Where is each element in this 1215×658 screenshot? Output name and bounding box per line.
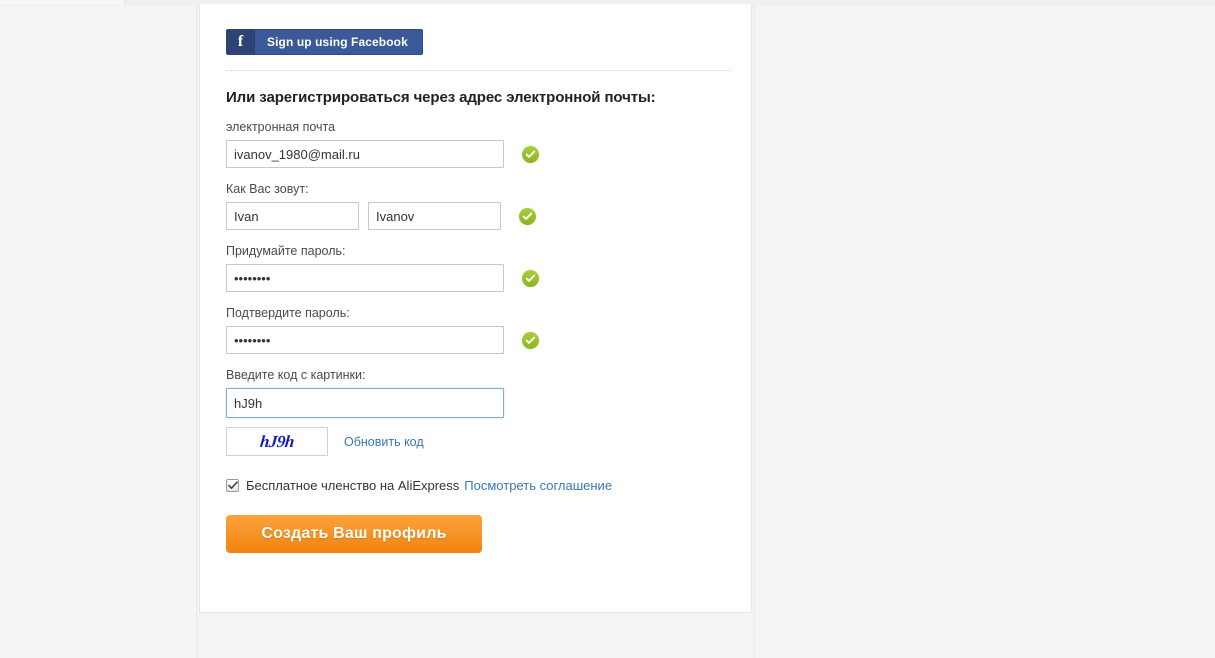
captcha-inputs-line (226, 388, 723, 418)
facebook-f-icon: f (227, 30, 255, 54)
email-label: электронная почта (226, 120, 723, 134)
section-divider (226, 70, 732, 72)
check-circle-icon (522, 146, 539, 163)
name-label: Как Вас зовут: (226, 182, 723, 196)
email-inputs-line (226, 140, 723, 168)
create-profile-button[interactable]: Создать Ваш профиль (226, 515, 482, 553)
agreement-row: Бесплатное членство на AliExpress Посмот… (226, 478, 723, 493)
agreement-label: Бесплатное членство на AliExpress (246, 478, 459, 493)
password-confirm-label: Подтвердите пароль: (226, 306, 723, 320)
password-input[interactable] (226, 264, 504, 292)
facebook-signup-label: Sign up using Facebook (255, 30, 422, 54)
captcha-image: hJ9h (226, 427, 328, 456)
password-confirm-input[interactable] (226, 326, 504, 354)
agreement-checkbox[interactable] (226, 479, 239, 492)
password-confirm-row: Подтвердите пароль: (226, 306, 723, 354)
first-name-input[interactable] (226, 202, 359, 230)
password-confirm-inputs-line (226, 326, 723, 354)
captcha-image-text: hJ9h (259, 432, 295, 452)
registration-form: f Sign up using Facebook Или зарегистрир… (200, 4, 751, 553)
email-row: электронная почта (226, 120, 723, 168)
password-label: Придумайте пароль: (226, 244, 723, 258)
captcha-row: Введите код с картинки: hJ9h Обновить ко… (226, 368, 723, 456)
page-background-right (754, 6, 1215, 658)
captcha-label: Введите код с картинки: (226, 368, 723, 382)
check-circle-icon (522, 332, 539, 349)
check-circle-icon (522, 270, 539, 287)
email-input[interactable] (226, 140, 504, 168)
page-title: Или зарегистрироваться через адрес элект… (226, 89, 723, 106)
name-inputs-line (226, 202, 723, 230)
view-agreement-link[interactable]: Посмотреть соглашение (464, 478, 612, 493)
page-top-band-left (0, 0, 125, 5)
captcha-input[interactable] (226, 388, 504, 418)
check-circle-icon (519, 208, 536, 225)
facebook-signup-button[interactable]: f Sign up using Facebook (226, 29, 423, 55)
refresh-captcha-link[interactable]: Обновить код (344, 435, 424, 449)
password-row: Придумайте пароль: (226, 244, 723, 292)
last-name-input[interactable] (368, 202, 501, 230)
name-row: Как Вас зовут: (226, 182, 723, 230)
password-inputs-line (226, 264, 723, 292)
registration-card: f Sign up using Facebook Или зарегистрир… (199, 4, 752, 613)
captcha-image-line: hJ9h Обновить код (226, 427, 723, 456)
page-background-left (0, 6, 197, 658)
